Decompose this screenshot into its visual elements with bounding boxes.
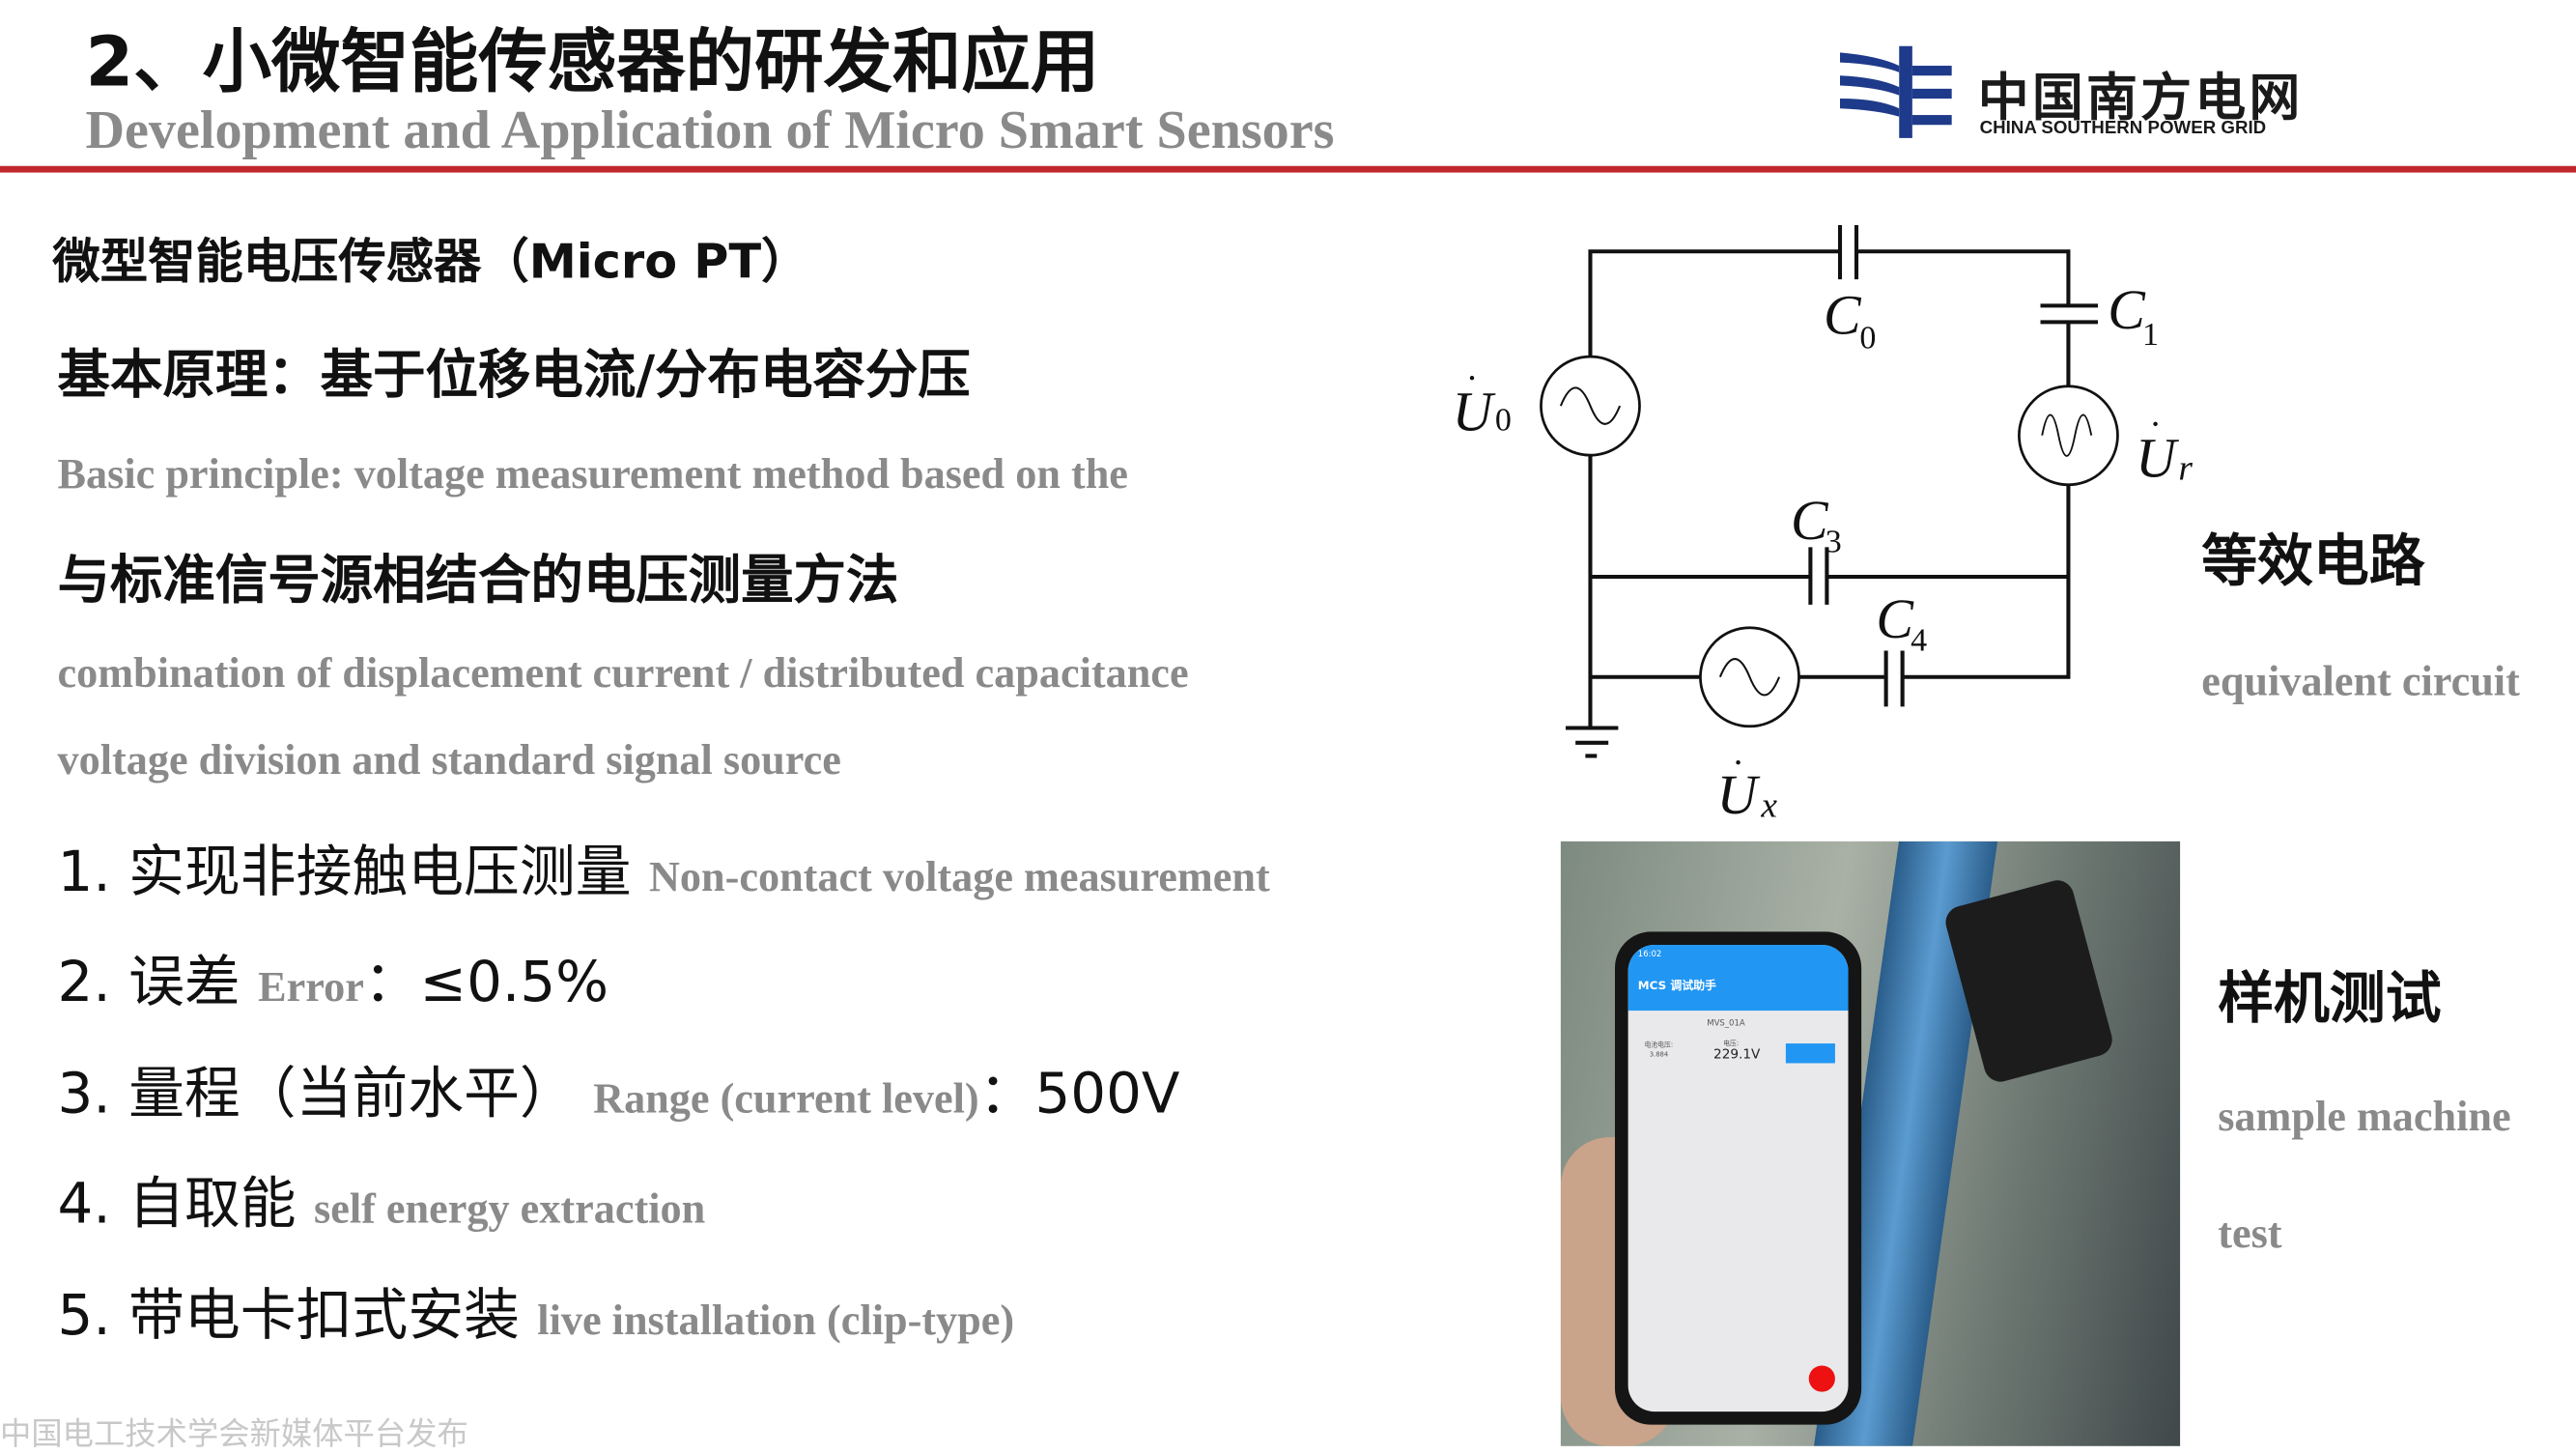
prototype-caption-en-1: sample machine [2218, 1093, 2511, 1141]
label-ur: U [2136, 426, 2179, 489]
phone-screen: 16:02 MCS 调试助手 MVS_01A 电池电压: 3.884 电压: 2… [1628, 945, 1849, 1412]
connect-button[interactable] [1785, 1043, 1835, 1064]
record-button[interactable] [1808, 1365, 1835, 1392]
watermark: 中国电工技术学会新媒体平台发布 [0, 1416, 468, 1453]
voltage-value: 229.1V [1713, 1046, 1761, 1062]
label-ux-sub: x [1760, 785, 1777, 825]
battery-value: 3.884 [1649, 1049, 1669, 1059]
app-title: MCS 调试助手 [1637, 979, 1716, 993]
phone-time: 16:02 [1637, 950, 1662, 960]
slide: 2、小微智能传感器的研发和应用 Development and Applicat… [0, 0, 2576, 1453]
label-c4: C [1876, 587, 1914, 650]
label-c4-sub: 4 [1911, 623, 1927, 659]
equivalent-circuit-diagram: C0 C1 C3 C4 U0 Ur Ux [1453, 225, 2193, 826]
label-c3: C [1791, 489, 1829, 552]
phone: 16:02 MCS 调试助手 MVS_01A 电池电压: 3.884 电压: 2… [1614, 931, 1862, 1425]
label-c0: C [1824, 283, 1862, 346]
label-ux: U [1716, 763, 1760, 826]
device-name: MVS_01A [1707, 1018, 1745, 1029]
label-ur-sub: r [2178, 449, 2193, 489]
label-c1: C [2108, 278, 2146, 341]
label-c3-sub: 3 [1826, 525, 1842, 560]
label-c0-sub: 0 [1859, 321, 1876, 356]
battery-label: 电池电压: [1644, 1040, 1674, 1049]
prototype-caption-en-2: test [2218, 1209, 2282, 1258]
label-c1-sub: 1 [2142, 317, 2159, 353]
circuit-caption-cn: 等效电路 [2201, 528, 2425, 595]
prototype-caption-cn: 样机测试 [2218, 966, 2442, 1033]
app-bar: 16:02 MCS 调试助手 [1628, 945, 1849, 1012]
label-u0: U [1453, 381, 1496, 443]
label-u0-sub: 0 [1495, 403, 1512, 439]
prototype-test-photo: 16:02 MCS 调试助手 MVS_01A 电池电压: 3.884 电压: 2… [1560, 841, 2181, 1446]
sensor-device [1941, 876, 2116, 1086]
circuit-caption-en: equivalent circuit [2201, 657, 2520, 705]
